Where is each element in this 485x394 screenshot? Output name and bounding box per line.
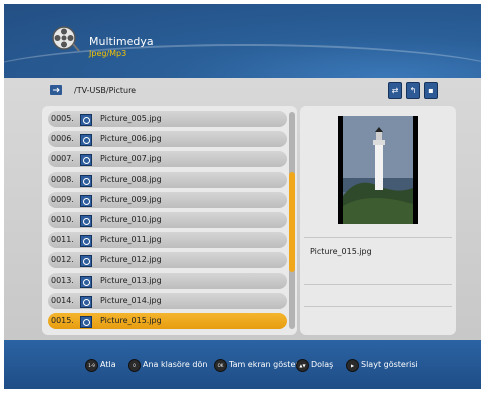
file-name: Picture_005.jpg [100, 114, 162, 123]
usb-icon [50, 85, 62, 95]
file-number: 0007. [51, 154, 74, 164]
file-row[interactable]: 0012. Picture_012.jpg [48, 252, 287, 269]
scrollbar[interactable] [289, 112, 295, 329]
footer-hint-label: Tam ekran göster [229, 360, 299, 369]
file-name: Picture_015.jpg [100, 316, 162, 325]
footer-hint-label: Atla [100, 360, 116, 369]
preview-filename: Picture_015.jpg [310, 247, 372, 256]
image-file-icon [80, 134, 92, 147]
file-row[interactable]: 0008. Picture_008.jpg [48, 171, 287, 188]
remote-key-icon: OK [214, 359, 227, 372]
remote-key-icon: 1-9 [85, 359, 98, 372]
footer-hint-label: Ana klasöre dön [143, 360, 208, 369]
file-number: 0008. [51, 174, 74, 184]
file-row[interactable]: 0014. Picture_014.jpg [48, 292, 287, 309]
browser-content: /TV-USB/Picture ⇄ ↰ ▪ 0005. Picture_005.j… [4, 78, 481, 340]
image-file-icon [80, 194, 92, 207]
file-number: 0005. [51, 114, 74, 123]
file-row[interactable]: 0010. Picture_010.jpg [48, 212, 287, 228]
scrollbar-thumb[interactable] [289, 172, 295, 272]
file-list: 0005. Picture_005.jpg 0006. Picture_006.jpg… [42, 106, 297, 335]
file-number: 0013. [51, 275, 74, 285]
file-row[interactable]: 0015. Picture_015.jpg [48, 313, 287, 329]
file-name: Picture_013.jpg [100, 275, 162, 285]
back-folder-icon[interactable]: ↰ [406, 82, 420, 99]
image-file-icon [80, 255, 92, 268]
remote-key-icon: ▲▼ [296, 359, 309, 372]
sort-icon[interactable]: ⇄ [388, 82, 402, 99]
remote-key-icon: 0 [128, 359, 141, 372]
image-file-icon [80, 275, 92, 288]
file-name: Picture_010.jpg [100, 215, 162, 224]
divider [304, 284, 452, 285]
image-file-icon [80, 154, 92, 167]
image-file-icon [80, 215, 92, 227]
image-file-icon [80, 235, 92, 248]
file-number: 0014. [51, 295, 74, 305]
image-file-icon [80, 295, 92, 308]
file-number: 0006. [51, 134, 74, 144]
file-row[interactable]: 0013. Picture_013.jpg [48, 272, 287, 289]
footer-hints: 1-9 Atla 0 Ana klasöre dön OK Tam ekran göste… [4, 340, 481, 389]
file-name: Picture_006.jpg [100, 134, 162, 144]
file-name: Picture_014.jpg [100, 295, 162, 305]
file-number: 0012. [51, 255, 74, 265]
file-number: 0015. [51, 316, 74, 325]
preview-panel: Picture_015.jpg [300, 106, 456, 335]
file-name: Picture_009.jpg [100, 194, 162, 204]
tv-screen: Multimedya Jpeg/Mp3 /TV-USB/Picture ⇄ ↰ … [4, 4, 481, 389]
image-file-icon [80, 174, 92, 187]
file-row[interactable]: 0011. Picture_011.jpg [48, 232, 287, 249]
file-row[interactable]: 0005. Picture_005.jpg [48, 111, 287, 127]
app-subtitle: Jpeg/Mp3 [89, 49, 127, 58]
path-bar: /TV-USB/Picture ⇄ ↰ ▪ [4, 78, 481, 102]
header-bar: Multimedya Jpeg/Mp3 [4, 4, 481, 78]
file-number: 0010. [51, 215, 74, 224]
footer-hint-label: Dolaş [311, 360, 334, 369]
divider [304, 237, 452, 238]
image-file-icon [80, 316, 92, 328]
image-file-icon [80, 114, 92, 126]
delete-icon[interactable]: ▪ [424, 82, 438, 99]
file-number: 0009. [51, 194, 74, 204]
remote-key-icon: ▶ [346, 359, 359, 372]
file-row[interactable]: 0009. Picture_009.jpg [48, 191, 287, 208]
current-path: /TV-USB/Picture [74, 86, 137, 95]
film-reel-icon [52, 26, 80, 52]
file-row[interactable]: 0006. Picture_006.jpg [48, 131, 287, 148]
file-name: Picture_012.jpg [100, 255, 162, 265]
file-number: 0011. [51, 235, 74, 245]
file-row[interactable]: 0007. Picture_007.jpg [48, 151, 287, 168]
footer-hint-label: Slayt gösterisi [361, 360, 418, 369]
preview-thumbnail [338, 116, 418, 224]
file-name: Picture_008.jpg [100, 174, 162, 184]
file-name: Picture_011.jpg [100, 235, 162, 245]
divider [304, 306, 452, 307]
app-title: Multimedya [89, 35, 154, 48]
file-name: Picture_007.jpg [100, 154, 162, 164]
